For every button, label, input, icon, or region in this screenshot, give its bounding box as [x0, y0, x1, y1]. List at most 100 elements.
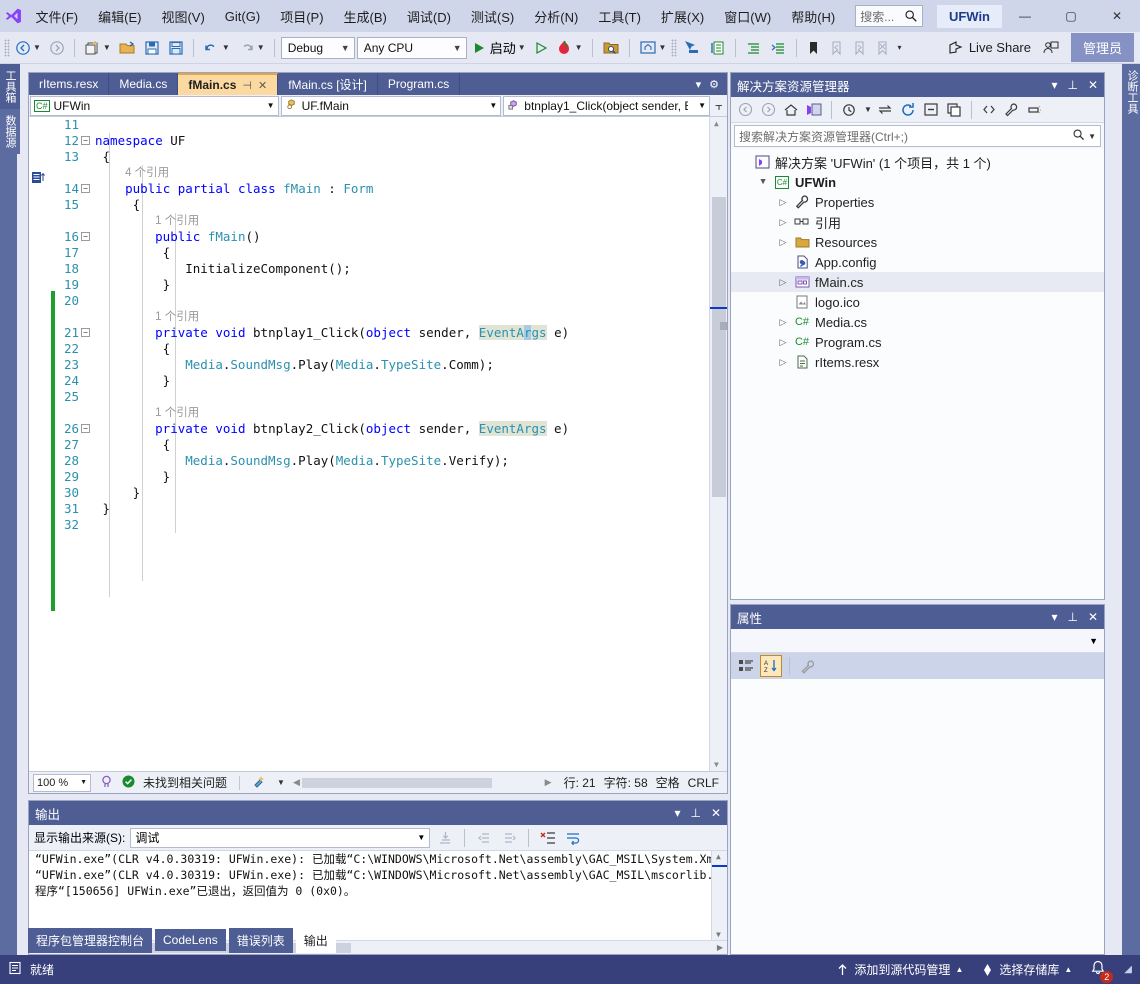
menu-git[interactable]: Git(G)	[215, 5, 270, 28]
code-line[interactable]: 12− namespace UF	[29, 133, 709, 149]
close-icon[interactable]: ✕	[258, 79, 267, 92]
code-line[interactable]: 23 Media.SoundMsg.Play(Media.TypeSite.Com…	[29, 357, 709, 373]
bottom-tab-错误列表[interactable]: 错误列表	[228, 927, 293, 953]
search-icon[interactable]	[1072, 128, 1085, 144]
tab-rItems-resx[interactable]: rItems.resx	[29, 73, 110, 95]
close-icon[interactable]: ✕	[1088, 78, 1098, 92]
hot-reload-button[interactable]: ▼	[553, 36, 586, 60]
editor-horizontal-scrollbar[interactable]: ◀ ▶	[292, 775, 556, 790]
dock-tab-data-sources[interactable]: 数据源	[0, 109, 20, 154]
tab-list-chevron-icon[interactable]: ▾	[696, 78, 702, 91]
indent-increase-button[interactable]	[767, 36, 790, 60]
undo-button[interactable]: ▼	[200, 36, 233, 60]
hscroll-left-icon[interactable]: ◀	[293, 777, 300, 788]
code-line[interactable]: 17 {	[29, 245, 709, 261]
hscroll-right-icon[interactable]: ▶	[545, 777, 556, 788]
global-search-input[interactable]: 搜索...	[855, 5, 923, 27]
code-cleanup-dropdown-icon[interactable]: ▼	[277, 778, 285, 787]
search-solution-button[interactable]	[599, 36, 623, 60]
code-cleanup-icon[interactable]	[252, 774, 267, 791]
live-share-button[interactable]: Live Share	[942, 40, 1037, 56]
preview-selected-items-button[interactable]	[1025, 100, 1045, 120]
codelens-reference[interactable]: 1 个引用	[155, 309, 199, 325]
pin-icon[interactable]: ⊥	[690, 806, 700, 820]
navbar-project-select[interactable]: C# UFWin ▼	[30, 95, 279, 116]
scroll-down-icon[interactable]: ▼	[714, 760, 719, 769]
menu-build[interactable]: 生成(B)	[334, 3, 397, 30]
chevron-expanded-icon[interactable]: ▲	[757, 177, 769, 187]
tab-fMain-cs-design[interactable]: fMain.cs [设计]	[278, 73, 378, 95]
back-dropdown-icon[interactable]: ▼	[33, 43, 41, 52]
pending-changes-button[interactable]	[839, 100, 859, 120]
forward-button[interactable]	[758, 100, 778, 120]
bottom-tab-程序包管理器控制台[interactable]: 程序包管理器控制台	[28, 927, 153, 953]
panel-menu-icon[interactable]: ▾	[1051, 78, 1057, 92]
menu-extensions[interactable]: 扩展(X)	[651, 3, 714, 30]
code-line[interactable]: 18 InitializeComponent();	[29, 261, 709, 277]
toolbar-grip[interactable]	[671, 38, 678, 57]
navbar-member-select[interactable]: btnplay1_Click(object sender, Ev ▼	[503, 95, 711, 116]
code-line[interactable]: 20	[29, 293, 709, 309]
code-editor[interactable]: ▲ ▼ 11 12− namespace UF 13{4 个引用 14− public p…	[29, 117, 727, 771]
menu-view[interactable]: 视图(V)	[151, 3, 214, 30]
panel-menu-icon[interactable]: ▾	[674, 806, 680, 820]
pin-icon[interactable]: ⊥	[1067, 78, 1077, 92]
select-element-button[interactable]	[679, 36, 703, 60]
tab-Media-cs[interactable]: Media.cs	[109, 73, 179, 95]
code-line[interactable]: 22 {	[29, 341, 709, 357]
tree-item-ufwin-1-1[interactable]: 解决方案 'UFWin' (1 个项目，共 1 个)	[731, 152, 1104, 172]
fold-toggle-icon[interactable]: −	[81, 424, 90, 433]
close-icon[interactable]: ✕	[711, 806, 721, 820]
start-without-debug-button[interactable]	[531, 36, 551, 60]
code-line[interactable]: 21− private void btnplay1_Click(object se…	[29, 325, 709, 341]
home-button[interactable]	[781, 100, 801, 120]
tab-fMain-cs[interactable]: fMain.cs ⊣ ✕	[178, 73, 279, 95]
navigate-forward-button[interactable]	[46, 36, 68, 60]
menu-tools[interactable]: 工具(T)	[588, 3, 651, 30]
zoom-level-select[interactable]: 100 % ▼	[33, 773, 91, 792]
fold-toggle-icon[interactable]: −	[81, 232, 90, 241]
code-line[interactable]: 26− private void btnplay2_Click(object se…	[29, 421, 709, 437]
output-source-select[interactable]: 调试 ▼	[130, 827, 431, 848]
code-line[interactable]: 24}	[29, 373, 709, 389]
live-preview-button[interactable]	[705, 36, 729, 60]
solution-configuration-select[interactable]: Debug ▼	[280, 36, 355, 59]
menu-edit[interactable]: 编辑(E)	[88, 3, 151, 30]
chevron-collapsed-icon[interactable]: ▷	[777, 337, 789, 348]
new-project-button[interactable]: ▼	[81, 36, 114, 60]
code-line[interactable]: 1 个引用	[29, 309, 709, 325]
code-line[interactable]: 15 {	[29, 197, 709, 213]
properties-grid[interactable]	[731, 679, 1104, 954]
fold-toggle-icon[interactable]: −	[81, 184, 90, 193]
code-line[interactable]: 14− public partial class fMain : Form	[29, 181, 709, 197]
tree-item-resources[interactable]: ▷ Resources	[731, 232, 1104, 252]
back-button[interactable]	[735, 100, 755, 120]
fold-toggle-icon[interactable]: −	[81, 136, 90, 145]
open-file-button[interactable]	[116, 36, 139, 60]
toolbar-grip[interactable]	[4, 38, 10, 57]
refresh-button[interactable]	[898, 100, 918, 120]
collapse-all-button[interactable]	[921, 100, 941, 120]
menu-help[interactable]: 帮助(H)	[781, 3, 845, 30]
undo-dropdown-icon[interactable]: ▼	[222, 43, 230, 52]
notifications-button[interactable]: 2	[1090, 960, 1114, 983]
tree-item-[interactable]: ▷ 引用	[731, 212, 1104, 232]
menu-project[interactable]: 项目(P)	[270, 3, 333, 30]
pin-icon[interactable]: ⊣	[242, 79, 252, 92]
categorized-view-button[interactable]	[735, 655, 757, 677]
close-button[interactable]: ✕	[1094, 0, 1140, 32]
chevron-collapsed-icon[interactable]: ▷	[777, 317, 789, 328]
code-line[interactable]: 30}	[29, 485, 709, 501]
navigate-back-button[interactable]: ▼	[12, 36, 44, 60]
scroll-thumb[interactable]	[712, 197, 726, 497]
toggle-bookmark-button[interactable]	[803, 36, 824, 60]
toolbar-overflow-icon[interactable]: ▾	[897, 43, 901, 52]
hot-reload-dropdown-icon[interactable]: ▼	[575, 43, 583, 52]
properties-view-button[interactable]	[797, 655, 819, 677]
code-line[interactable]: 19}	[29, 277, 709, 293]
menu-window[interactable]: 窗口(W)	[714, 3, 781, 30]
chevron-collapsed-icon[interactable]: ▷	[777, 197, 789, 208]
intellisense-icon[interactable]	[99, 774, 114, 792]
previous-bookmark-button[interactable]	[826, 36, 847, 60]
find-message-button[interactable]	[435, 828, 455, 848]
